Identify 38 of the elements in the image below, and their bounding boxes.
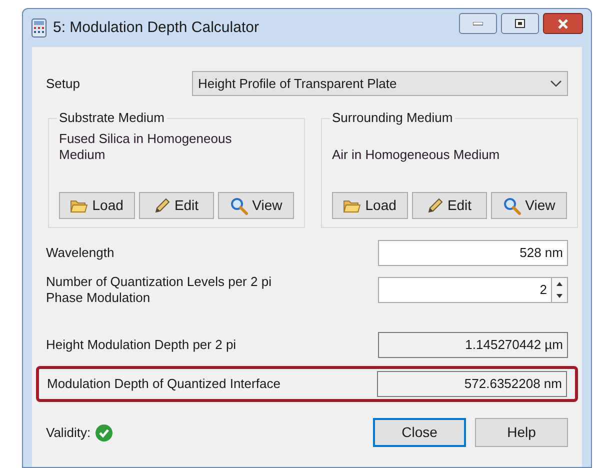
edit-button[interactable]: Edit — [412, 192, 488, 219]
load-button[interactable]: Load — [332, 192, 408, 219]
magnifier-icon — [230, 196, 248, 214]
input-field[interactable]: 2 — [378, 277, 552, 303]
minimize-button[interactable] — [459, 13, 497, 34]
spin-buttons[interactable] — [552, 277, 568, 303]
magnifier-icon — [503, 196, 522, 214]
restore-icon — [515, 19, 525, 28]
readonly-field: 572.6352208 nm — [377, 371, 567, 397]
folder-icon — [343, 198, 362, 214]
field-label: Number of Quantization Levels per 2 pi Phase Modulation — [46, 274, 272, 306]
field-label: Height Modulation Depth per 2 pi — [46, 337, 238, 353]
calculator-icon — [31, 18, 47, 38]
setup-dropdown[interactable]: Height Profile of Transparent Plate — [192, 71, 568, 96]
maximize-button[interactable] — [501, 13, 539, 34]
readonly-field: 1.145270442 µm — [378, 332, 568, 358]
setup-label: Setup — [46, 74, 80, 93]
medium-name: Fused Silica in Homogeneous Medium — [59, 131, 233, 163]
view-button[interactable]: View — [218, 192, 294, 219]
close-button[interactable] — [543, 13, 583, 34]
edit-button[interactable]: Edit — [138, 192, 214, 219]
dialog-button[interactable]: Close — [373, 418, 466, 447]
field-label: Wavelength — [46, 245, 116, 261]
group-title: Surrounding Medium — [330, 110, 455, 126]
validity-label: Validity: — [46, 424, 91, 442]
pencil-icon — [154, 198, 170, 214]
view-button[interactable]: View — [491, 192, 568, 219]
window-title: 5: Modulation Depth Calculator — [53, 18, 260, 38]
chevron-down-icon — [550, 80, 562, 88]
pencil-icon — [427, 198, 444, 214]
medium-name: Air in Homogeneous Medium — [332, 146, 501, 162]
folder-icon — [70, 198, 88, 214]
dialog-button[interactable]: Help — [475, 418, 568, 447]
field-label: Modulation Depth of Quantized Interface — [47, 376, 282, 392]
close-icon — [557, 18, 569, 28]
input-field[interactable]: 528 nm — [378, 240, 568, 266]
minimize-icon — [473, 22, 483, 26]
load-button[interactable]: Load — [59, 192, 135, 219]
